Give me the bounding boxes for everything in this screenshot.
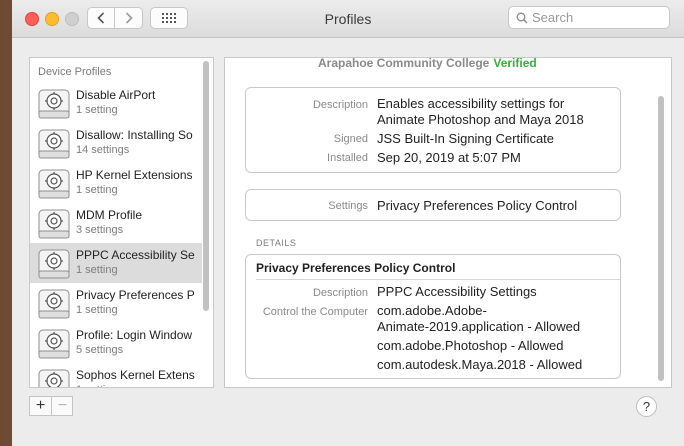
control-computer-label: Control the Computer: [262, 306, 368, 318]
installed-label: Installed: [327, 152, 368, 164]
profile-info-box: Description Enables accessibility settin…: [245, 87, 621, 173]
control-line: Animate-2019.application - Allowed: [377, 319, 581, 334]
search-field[interactable]: [508, 6, 670, 29]
sidebar-heading: Device Profiles: [38, 66, 112, 78]
description-value-line1: Enables accessibility settings for: [377, 96, 565, 111]
gear-profile-icon: [38, 329, 70, 364]
sidebar-item-count: 1 setting: [76, 384, 118, 387]
gear-profile-icon: [38, 209, 70, 244]
sidebar-item-name: Disallow: Installing So: [76, 128, 193, 142]
profile-detail-pane: Arapahoe Community College Verified Descr…: [224, 57, 672, 388]
gear-profile-icon: [38, 369, 70, 387]
policy-title: Privacy Preferences Policy Control: [256, 261, 456, 275]
signed-label: Signed: [333, 133, 368, 145]
settings-summary-box: Settings Privacy Preferences Policy Cont…: [245, 189, 621, 221]
search-input[interactable]: [532, 9, 662, 26]
policy-description-label: Description: [312, 287, 368, 299]
sidebar-item-name: Privacy Preferences P: [76, 288, 195, 302]
sidebar-scrollbar[interactable]: [203, 61, 209, 311]
details-heading: DETAILS: [256, 238, 297, 248]
sidebar-item-count: 1 setting: [76, 184, 118, 196]
sidebar-item-name: Profile: Login Window: [76, 328, 193, 342]
policy-divider: [256, 279, 620, 280]
sidebar-item-count: 14 settings: [76, 144, 130, 156]
sidebar-item-name: Disable AirPort: [76, 88, 156, 102]
sidebar-item-count: 5 settings: [76, 344, 124, 356]
description-label: Description: [312, 99, 368, 111]
control-line: com.adobe.Adobe-: [377, 303, 487, 318]
magnifier-icon: [516, 12, 528, 24]
policy-details-box: Privacy Preferences Policy Control Descr…: [245, 254, 621, 379]
gear-profile-icon: [38, 249, 70, 284]
installed-value: Sep 20, 2019 at 5:07 PM: [377, 150, 521, 165]
sidebar-item[interactable]: MDM Profile 3 settings: [30, 203, 202, 243]
remove-profile-button[interactable]: −: [52, 397, 73, 415]
gear-profile-icon: [38, 129, 70, 164]
signed-value: JSS Built-In Signing Certificate: [377, 131, 555, 146]
add-profile-button[interactable]: +: [30, 397, 52, 415]
sidebar-item-name: MDM Profile: [76, 208, 143, 222]
gear-profile-icon: [38, 169, 70, 204]
detail-scrollbar[interactable]: [658, 96, 664, 381]
sidebar-item-count: 1 setting: [76, 304, 118, 316]
sidebar-item[interactable]: Profile: Login Window 5 settings: [30, 323, 202, 363]
add-remove-control: + −: [29, 396, 73, 416]
help-button[interactable]: ?: [636, 396, 657, 417]
sidebar-item[interactable]: HP Kernel Extensions 1 setting: [30, 163, 202, 203]
sidebar-item[interactable]: Disable AirPort 1 setting: [30, 83, 202, 123]
sidebar-item-count: 3 settings: [76, 224, 124, 236]
verified-badge: Verified: [493, 57, 537, 70]
sidebar-item-name: PPPC Accessibility Se: [76, 248, 195, 262]
profiles-window: Profiles Device Profiles Disable AirPort…: [12, 0, 684, 446]
control-line: com.autodesk.Maya.2018 - Allowed: [377, 357, 583, 372]
sidebar-item-name: HP Kernel Extensions: [76, 168, 193, 182]
settings-value: Privacy Preferences Policy Control: [377, 198, 578, 213]
title-bar: Profiles: [12, 0, 684, 38]
profiles-sidebar[interactable]: Device Profiles Disable AirPort 1 setting…: [29, 57, 214, 388]
description-value-line2: Animate Photoshop and Maya 2018: [377, 112, 584, 127]
sidebar-item-count: 1 setting: [76, 264, 118, 276]
settings-label: Settings: [328, 200, 368, 212]
sidebar-item[interactable]: Privacy Preferences P 1 setting: [30, 283, 202, 323]
gear-profile-icon: [38, 289, 70, 324]
policy-description-value: PPPC Accessibility Settings: [377, 284, 537, 299]
organization-name: Arapahoe Community College: [318, 57, 490, 70]
sidebar-item-count: 1 setting: [76, 104, 118, 116]
sidebar-item[interactable]: Disallow: Installing So 14 settings: [30, 123, 202, 163]
control-line: com.adobe.Photoshop - Allowed: [377, 338, 564, 353]
sidebar-item[interactable]: PPPC Accessibility Se 1 setting: [30, 243, 202, 283]
gear-profile-icon: [38, 89, 70, 124]
sidebar-item-name: Sophos Kernel Extens: [76, 368, 195, 382]
organization-line: Arapahoe Community College Verified: [318, 57, 537, 70]
sidebar-item[interactable]: Sophos Kernel Extens 1 setting: [30, 363, 202, 387]
